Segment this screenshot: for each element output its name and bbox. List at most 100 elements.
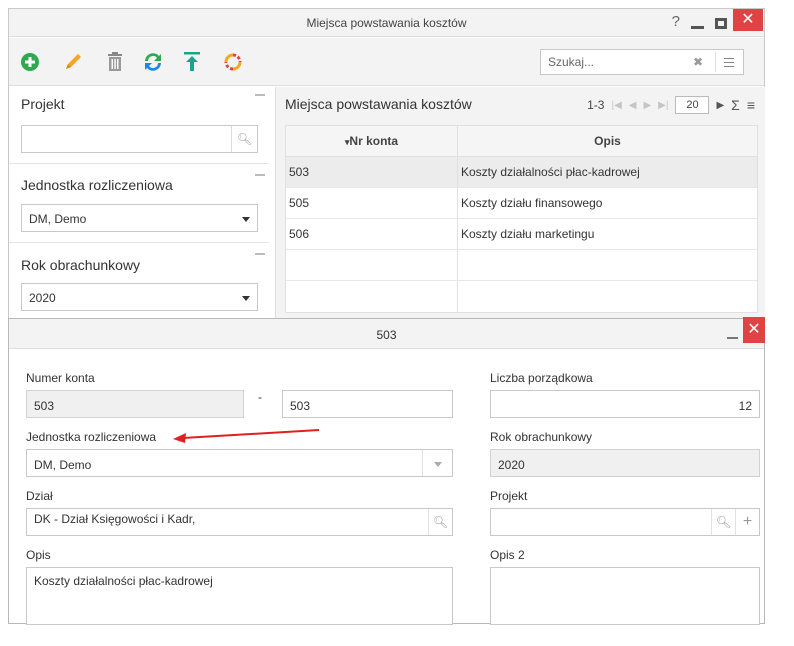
export-button[interactable]	[180, 50, 204, 74]
divider	[9, 163, 269, 164]
jednostka-value: DM, Demo	[34, 458, 92, 472]
cell-opis: Koszty działu marketingu	[461, 227, 595, 241]
opis-label: Opis	[26, 548, 51, 562]
grid-menu-icon[interactable]: ≡	[747, 97, 755, 113]
filter-projekt-input[interactable]: 🔍︎	[21, 125, 258, 153]
last-page-icon[interactable]: ▶|	[658, 100, 668, 111]
detail-minimize-button[interactable]	[727, 337, 738, 339]
numer-konta-prefix-value: 503	[34, 399, 55, 413]
grid-title: Miejsca powstawania kosztów	[285, 96, 472, 112]
clear-search-icon[interactable]: ✖	[693, 55, 703, 69]
page-size-input[interactable]: 20	[675, 96, 710, 114]
column-header-nr[interactable]: ▾Nr konta	[286, 126, 458, 156]
empty-row	[286, 250, 757, 281]
grid-table: ▾Nr konta Opis 503 Koszty działalności p…	[285, 125, 758, 313]
page-size-dropdown-icon[interactable]: ▶	[716, 100, 724, 111]
sum-icon[interactable]: Σ	[731, 97, 740, 113]
first-page-icon[interactable]: |◀	[611, 100, 621, 111]
empty-row	[286, 281, 757, 312]
filter-projekt-label: Projekt	[21, 96, 65, 112]
filter-rok-value: 2020	[29, 291, 56, 305]
detail-title: 503	[376, 328, 397, 342]
numer-konta-label: Numer konta	[26, 371, 95, 385]
filter-jednostka-value: DM, Demo	[29, 212, 87, 226]
dash-separator: -	[258, 390, 262, 404]
prev-page-icon[interactable]: ◀	[629, 100, 637, 111]
search-icon[interactable]: 🔍︎	[231, 126, 257, 152]
table-row[interactable]: 503 Koszty działalności płac-kadrowej	[286, 157, 757, 188]
rok-value: 2020	[498, 458, 525, 472]
numer-konta-field[interactable]: 503	[282, 390, 453, 418]
minimize-button[interactable]	[691, 26, 704, 29]
table-row[interactable]: 505 Koszty działu finansowego	[286, 188, 757, 219]
grid-panel: Miejsca powstawania kosztów 1-3 |◀ ◀ ▶ ▶…	[275, 87, 765, 327]
collapse-icon[interactable]	[255, 174, 265, 176]
opis-textarea[interactable]: Koszty działalności płac-kadrowej	[26, 567, 453, 625]
column-header-nr-label: Nr konta	[349, 134, 399, 148]
window-title: Miejsca powstawania kosztów	[306, 16, 467, 30]
jednostka-select[interactable]: DM, Demo	[26, 449, 453, 477]
liczba-porzadkowa-label: Liczba porządkowa	[490, 371, 593, 385]
numer-konta-prefix-field: 503	[26, 390, 244, 418]
collapse-icon[interactable]	[255, 94, 265, 96]
pager: 1-3 |◀ ◀ ▶ ▶| 20 ▶ Σ ≡	[587, 96, 755, 114]
annotation-arrow	[173, 429, 320, 443]
rok-label: Rok obrachunkowy	[490, 430, 593, 444]
filter-jednostka-label: Jednostka rozliczeniowa	[21, 177, 173, 193]
dzial-label: Dział	[26, 489, 53, 503]
close-button[interactable]: ✕	[733, 9, 763, 31]
cell-opis: Koszty działalności płac-kadrowej	[461, 165, 640, 179]
sync-icon	[224, 53, 242, 71]
toolbar: ✖	[9, 38, 764, 86]
trash-icon	[108, 52, 122, 71]
delete-button[interactable]	[103, 50, 127, 74]
cell-opis: Koszty działu finansowego	[461, 196, 603, 210]
filter-rok-select[interactable]: 2020	[21, 283, 258, 311]
add-button[interactable]	[18, 50, 42, 74]
projekt-label: Projekt	[490, 489, 528, 503]
toolbar-search: ✖	[540, 49, 744, 75]
sync-button[interactable]	[221, 50, 245, 74]
numer-konta-value: 503	[290, 399, 311, 413]
rok-field: 2020	[490, 449, 760, 477]
main-window: Miejsca powstawania kosztów ? ✕ ✖	[8, 8, 765, 327]
dropdown-arrow-icon[interactable]	[422, 450, 452, 476]
opis-value: Koszty działalności płac-kadrowej	[34, 574, 213, 588]
detail-window: 503 ✕ Numer konta 503 - 503 Liczba porzą…	[8, 317, 765, 625]
dzial-value: DK - Dział Księgowości i Kadr,	[34, 512, 196, 526]
column-header-opis[interactable]: Opis	[458, 126, 757, 156]
search-icon[interactable]: 🔍︎	[711, 509, 735, 535]
collapse-icon[interactable]	[255, 253, 265, 255]
add-icon	[21, 53, 39, 71]
divider	[9, 242, 269, 243]
filter-jednostka-select[interactable]: DM, Demo	[21, 204, 258, 232]
table-header: ▾Nr konta Opis	[286, 126, 757, 157]
filter-panel: Projekt 🔍︎ Jednostka rozliczeniowa DM, D…	[9, 87, 275, 327]
liczba-porzadkowa-value: 12	[738, 399, 752, 413]
pencil-icon	[66, 54, 81, 69]
refresh-icon	[145, 53, 161, 71]
refresh-button[interactable]	[141, 50, 165, 74]
help-button[interactable]: ?	[672, 13, 680, 30]
next-page-icon[interactable]: ▶	[643, 100, 651, 111]
main-titlebar: Miejsca powstawania kosztów ? ✕	[9, 9, 764, 37]
detail-titlebar: 503 ✕	[9, 317, 765, 349]
opis2-textarea[interactable]	[490, 567, 760, 625]
filter-rok-label: Rok obrachunkowy	[21, 257, 141, 273]
search-input[interactable]	[541, 50, 681, 74]
maximize-button[interactable]	[715, 18, 727, 29]
search-icon[interactable]: 🔍︎	[428, 509, 452, 535]
table-row[interactable]: 506 Koszty działu marketingu	[286, 219, 757, 250]
add-icon[interactable]: +	[735, 509, 759, 535]
jednostka-label: Jednostka rozliczeniowa	[26, 430, 157, 444]
projekt-field[interactable]: 🔍︎ +	[490, 508, 760, 536]
detail-close-button[interactable]: ✕	[743, 317, 765, 343]
opis2-label: Opis 2	[490, 548, 525, 562]
edit-button[interactable]	[61, 50, 85, 74]
caret-down-icon	[242, 217, 250, 222]
liczba-porzadkowa-field[interactable]: 12	[490, 390, 760, 418]
cell-nr: 503	[286, 157, 458, 187]
dzial-field[interactable]: DK - Dział Księgowości i Kadr, 🔍︎	[26, 508, 453, 536]
search-menu-icon[interactable]	[715, 52, 741, 72]
cell-nr: 505	[286, 188, 458, 218]
